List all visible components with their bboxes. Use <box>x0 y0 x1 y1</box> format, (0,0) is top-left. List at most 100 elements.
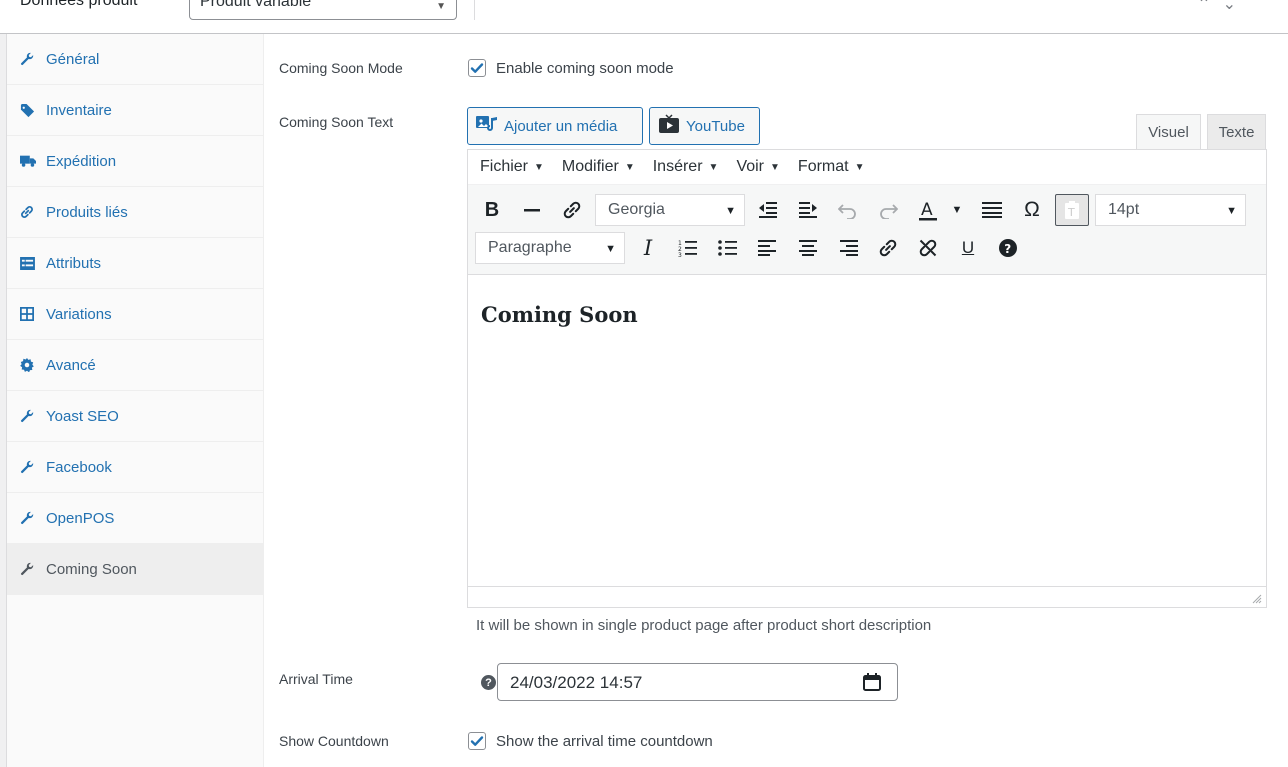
editor-toolbar: B Georgia ▼ A ▼ Ω T 14pt ▼ Paragraphe ▼ … <box>468 185 1266 275</box>
menu-file[interactable]: Fichier ▼ <box>480 158 544 176</box>
tab-label: Inventaire <box>46 101 112 119</box>
checkmark-icon <box>470 63 484 73</box>
justify-icon[interactable] <box>977 195 1007 225</box>
menu-edit[interactable]: Modifier ▼ <box>562 158 635 176</box>
panel-controls: ⌃⌄ <box>1197 0 1248 14</box>
tab-visual[interactable]: Visuel <box>1136 114 1201 150</box>
calendar-icon[interactable] <box>863 673 881 696</box>
font-size-select[interactable]: 14pt ▼ <box>1095 194 1246 226</box>
menu-format-label: Format <box>797 158 849 175</box>
undo-icon[interactable] <box>833 195 863 225</box>
caret-down-icon: ▼ <box>1226 205 1237 217</box>
tab-general[interactable]: Général <box>7 34 263 85</box>
caret-down-icon: ▼ <box>624 161 635 173</box>
tab-inventory[interactable]: Inventaire <box>7 85 263 136</box>
show-countdown-checkbox[interactable] <box>468 732 486 750</box>
tab-label: Attributs <box>46 254 102 272</box>
tab-openpos[interactable]: OpenPOS <box>7 493 263 544</box>
add-media-button[interactable]: Ajouter un média <box>467 107 643 145</box>
truck-icon <box>20 154 46 168</box>
tab-coming-soon[interactable]: Coming Soon <box>7 544 263 595</box>
arrival-time-value: 24/03/2022 14:57 <box>510 673 643 692</box>
align-center-icon[interactable] <box>793 233 823 263</box>
text-color-icon[interactable]: A <box>913 195 943 225</box>
caret-down-icon: ▼ <box>605 243 616 255</box>
show-countdown-label: Show Countdown <box>279 733 389 749</box>
toggle-down-icon[interactable]: ⌄ <box>1223 0 1248 13</box>
tab-visual-label: Visuel <box>1148 124 1189 141</box>
link-icon[interactable] <box>557 195 587 225</box>
menu-format[interactable]: Format ▼ <box>798 158 865 176</box>
menu-insert[interactable]: Insérer ▼ <box>653 158 719 176</box>
font-family-select[interactable]: Georgia ▼ <box>595 194 745 226</box>
caret-down-icon[interactable]: ▼ <box>942 195 972 225</box>
special-character-icon[interactable]: Ω <box>1017 195 1047 225</box>
outdent-icon[interactable] <box>753 195 783 225</box>
tab-label: Facebook <box>46 458 112 476</box>
youtube-label: YouTube <box>686 117 745 135</box>
menu-view[interactable]: Voir ▼ <box>736 158 779 176</box>
caret-down-icon: ▼ <box>708 161 719 173</box>
editor-statusbar <box>468 586 1266 607</box>
align-right-icon[interactable] <box>833 233 863 263</box>
tab-label: Coming Soon <box>46 560 137 578</box>
youtube-button[interactable]: YouTube <box>649 107 760 145</box>
caret-down-icon: ▼ <box>854 161 865 173</box>
checkmark-icon <box>470 736 484 746</box>
underline-icon[interactable]: U <box>953 233 983 263</box>
menu-edit-label: Modifier <box>561 158 619 175</box>
tab-linked-products[interactable]: Produits liés <box>7 187 263 238</box>
paste-as-text-icon[interactable]: T <box>1055 194 1089 226</box>
help-icon[interactable]: ? <box>993 233 1023 263</box>
wrench-icon <box>20 52 46 66</box>
caret-down-icon: ▼ <box>534 161 544 173</box>
resize-handle-icon[interactable] <box>1252 594 1262 604</box>
insert-link-icon[interactable] <box>873 233 903 263</box>
caret-down-icon: ▼ <box>725 205 736 217</box>
toggle-up-icon[interactable]: ⌃ <box>1197 0 1222 13</box>
tab-label: Yoast SEO <box>46 407 119 425</box>
media-icon <box>476 114 498 138</box>
editor-content[interactable]: Coming Soon <box>468 276 1266 586</box>
menu-view-label: Voir <box>736 158 765 175</box>
tab-facebook[interactable]: Facebook <box>7 442 263 493</box>
unlink-icon[interactable] <box>913 233 943 263</box>
show-countdown-checkbox-label[interactable]: Show the arrival time countdown <box>496 733 713 750</box>
help-tip-icon[interactable]: ? <box>481 675 496 690</box>
wrench-icon <box>20 562 46 576</box>
coming-soon-mode-label: Coming Soon Mode <box>279 60 403 76</box>
tab-attributes[interactable]: Attributs <box>7 238 263 289</box>
arrival-time-input[interactable]: 24/03/2022 14:57 <box>497 663 898 701</box>
tab-shipping[interactable]: Expédition <box>7 136 263 187</box>
wrench-icon <box>20 409 46 423</box>
font-size-value: 14pt <box>1108 201 1140 218</box>
indent-icon[interactable] <box>793 195 823 225</box>
italic-icon[interactable]: I <box>633 233 663 263</box>
menu-insert-label: Insérer <box>652 158 703 175</box>
tab-text[interactable]: Texte <box>1207 114 1266 150</box>
numbered-list-icon[interactable]: 123 <box>673 233 703 263</box>
block-format-value: Paragraphe <box>488 239 572 256</box>
wrench-icon <box>20 460 46 474</box>
tab-label: OpenPOS <box>46 509 115 527</box>
grid-icon <box>20 307 46 321</box>
horizontal-line-icon[interactable] <box>517 195 547 225</box>
block-format-select[interactable]: Paragraphe ▼ <box>475 232 625 264</box>
bullet-list-icon[interactable] <box>713 233 743 263</box>
svg-text:?: ? <box>1004 242 1011 256</box>
coming-soon-mode-checkbox-label[interactable]: Enable coming soon mode <box>496 60 674 77</box>
tag-icon <box>20 103 46 118</box>
tab-yoast-seo[interactable]: Yoast SEO <box>7 391 263 442</box>
rich-text-editor: Fichier ▼ Modifier ▼ Insérer ▼ Voir ▼ Format… <box>467 149 1267 608</box>
tab-label: Général <box>46 50 100 68</box>
tab-variations[interactable]: Variations <box>7 289 263 340</box>
redo-icon[interactable] <box>873 195 903 225</box>
coming-soon-mode-checkbox[interactable] <box>468 59 486 77</box>
gear-icon <box>20 358 46 372</box>
add-media-label: Ajouter un média <box>504 117 618 135</box>
tab-label: Variations <box>46 305 112 323</box>
bold-icon[interactable]: B <box>477 195 507 225</box>
product-type-select[interactable]: Produit variable ▼ <box>189 0 457 20</box>
tab-advanced[interactable]: Avancé <box>7 340 263 391</box>
align-left-icon[interactable] <box>753 233 783 263</box>
